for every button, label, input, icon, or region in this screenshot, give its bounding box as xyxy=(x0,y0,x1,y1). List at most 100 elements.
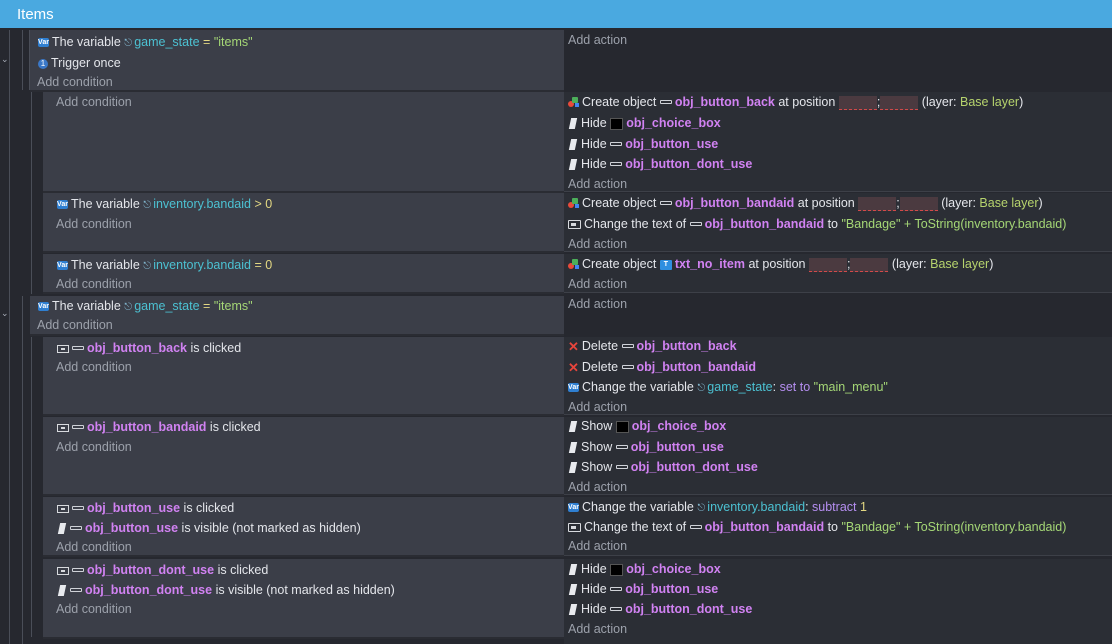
add-condition-link[interactable]: Add condition xyxy=(56,215,132,233)
tree-guide xyxy=(31,92,32,294)
text-icon xyxy=(568,220,581,230)
sprite-icon xyxy=(621,343,634,348)
empty-parameter[interactable] xyxy=(808,257,847,272)
delete-icon: ✕ xyxy=(568,338,579,354)
click-icon xyxy=(57,566,69,575)
sprite-icon xyxy=(689,524,702,529)
hide-icon xyxy=(568,604,578,616)
show-icon xyxy=(568,462,578,474)
create-object-icon xyxy=(568,259,579,270)
event-actions[interactable]: ✕ Delete obj_button_back ✕ Delete obj_butt… xyxy=(564,337,1112,415)
event-conditions[interactable]: Var The variable ⎋ game_state = "items" 1T… xyxy=(30,30,564,92)
text-icon xyxy=(568,523,581,533)
sprite-icon xyxy=(621,364,634,369)
event-actions[interactable]: Create object obj_button_bandaid at posi… xyxy=(564,193,1112,252)
sprite-icon xyxy=(610,141,623,146)
collapse-toggle-icon[interactable]: ⌄ xyxy=(1,308,9,319)
click-icon xyxy=(57,344,69,353)
sprite-icon xyxy=(610,161,623,166)
event-actions[interactable]: Hide obj_choice_box Hide obj_button_use … xyxy=(564,559,1112,644)
add-action-link[interactable]: Add action xyxy=(568,537,627,555)
sprite-icon xyxy=(70,525,82,530)
add-condition-link[interactable]: Add condition xyxy=(37,73,113,91)
sprite-icon xyxy=(689,221,702,226)
event-actions[interactable]: Create object Ttxt_no_item at position ;… xyxy=(564,254,1112,293)
variable-icon: Var xyxy=(568,383,579,393)
hide-icon xyxy=(568,584,578,596)
object-thumbnail-icon xyxy=(610,117,624,130)
reference-icon: ⎋ xyxy=(143,261,152,272)
sprite-icon xyxy=(72,567,84,572)
add-action-link[interactable]: Add action xyxy=(568,175,627,193)
sprite-icon xyxy=(72,424,84,429)
tree-guide xyxy=(9,30,10,644)
variable-icon: Var xyxy=(38,302,49,312)
hide-icon xyxy=(568,564,578,576)
hide-icon xyxy=(568,118,578,130)
visibility-icon xyxy=(57,523,67,535)
event-conditions[interactable]: Var The variable ⎋ inventory.bandaid > 0 A… xyxy=(43,193,564,253)
sprite-icon xyxy=(610,586,623,591)
object-thumbnail-icon xyxy=(615,420,629,433)
hide-icon xyxy=(568,139,578,151)
event-conditions[interactable]: obj_button_back is clicked Add condition xyxy=(43,337,564,416)
click-icon xyxy=(57,423,69,432)
empty-parameter[interactable] xyxy=(850,257,889,272)
sprite-icon xyxy=(659,99,672,104)
event-actions[interactable]: Add action xyxy=(564,30,1112,90)
add-action-link[interactable]: Add action xyxy=(568,31,627,49)
create-object-icon xyxy=(568,198,579,209)
event-actions[interactable]: Show obj_choice_box Show obj_button_use … xyxy=(564,417,1112,495)
event-actions[interactable]: Create object obj_button_back at positio… xyxy=(564,92,1112,192)
add-action-link[interactable]: Add action xyxy=(568,478,627,496)
empty-parameter[interactable] xyxy=(880,95,919,110)
variable-icon: Var xyxy=(38,38,49,48)
text-object-icon: T xyxy=(659,259,672,270)
reference-icon: ⎋ xyxy=(697,503,706,514)
event-conditions[interactable]: Var The variable ⎋ game_state = "items" Ad… xyxy=(30,296,564,336)
add-action-link[interactable]: Add action xyxy=(568,295,627,313)
add-action-link[interactable]: Add action xyxy=(568,235,627,253)
reference-icon: ⎋ xyxy=(143,200,152,211)
event-conditions[interactable]: Var The variable ⎋ inventory.bandaid = 0 A… xyxy=(43,254,564,294)
tree-guide xyxy=(31,337,32,637)
add-condition-link[interactable]: Add condition xyxy=(56,358,132,376)
empty-parameter[interactable] xyxy=(838,95,877,110)
add-action-link[interactable]: Add action xyxy=(568,620,627,638)
variable-icon: Var xyxy=(568,503,579,513)
event-conditions[interactable]: obj_button_dont_use is clicked obj_butto… xyxy=(43,559,564,639)
delete-icon: ✕ xyxy=(568,359,579,375)
add-action-link[interactable]: Add action xyxy=(568,275,627,293)
reference-icon: ⎋ xyxy=(124,302,133,313)
sprite-icon xyxy=(72,505,84,510)
add-condition-link[interactable]: Add condition xyxy=(56,438,132,456)
add-condition-link[interactable]: Add condition xyxy=(56,600,132,618)
add-action-link[interactable]: Add action xyxy=(568,398,627,416)
sprite-icon xyxy=(610,606,623,611)
event-actions[interactable]: Var Change the variable ⎋ inventory.bandai… xyxy=(564,497,1112,556)
tree-guide xyxy=(22,296,23,644)
empty-parameter[interactable] xyxy=(899,196,938,211)
reference-icon: ⎋ xyxy=(697,383,706,394)
create-object-icon xyxy=(568,97,579,108)
event-conditions[interactable]: obj_button_use is clicked obj_button_use… xyxy=(43,497,564,557)
event-conditions[interactable]: obj_button_bandaid is clicked Add condit… xyxy=(43,417,564,496)
trigger-once-icon: 1 xyxy=(38,58,48,69)
sprite-icon xyxy=(659,200,672,205)
object-thumbnail-icon xyxy=(610,563,624,576)
add-condition-link[interactable]: Add condition xyxy=(56,93,132,111)
add-condition-link[interactable]: Add condition xyxy=(56,538,132,556)
sprite-icon xyxy=(72,345,84,350)
event-actions[interactable]: Add action xyxy=(564,296,1112,334)
empty-parameter[interactable] xyxy=(858,196,897,211)
add-condition-link[interactable]: Add condition xyxy=(37,316,113,334)
collapse-toggle-icon[interactable]: ⌄ xyxy=(1,54,9,65)
hide-icon xyxy=(568,159,578,171)
add-condition-link[interactable]: Add condition xyxy=(56,275,132,293)
event-conditions[interactable]: Add condition xyxy=(43,92,564,193)
events-group-header[interactable]: Items xyxy=(0,0,1112,28)
sprite-icon xyxy=(615,444,628,449)
show-icon xyxy=(568,442,578,454)
variable-icon: Var xyxy=(57,200,68,210)
click-icon xyxy=(57,504,69,513)
